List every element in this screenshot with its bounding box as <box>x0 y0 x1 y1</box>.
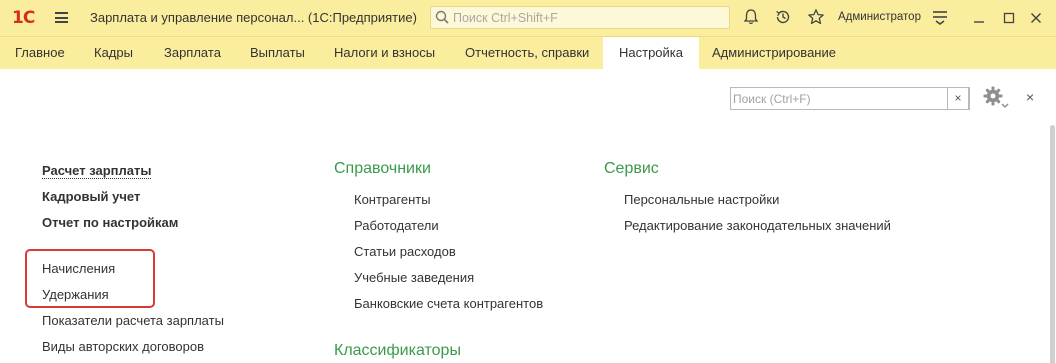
link-counterparties[interactable]: Контрагенты <box>354 192 431 207</box>
title-bar: 1С Зарплата и управление персонал... (1С… <box>0 0 1056 36</box>
minimize-icon[interactable] <box>973 13 985 25</box>
tab-hr[interactable]: Кадры <box>94 37 133 70</box>
group-title-service: Сервис <box>604 160 659 177</box>
settings-panel: × × Расчет зарплаты Кадровый учет Отчет … <box>0 69 1056 363</box>
link-settings-report[interactable]: Отчет по настройкам <box>42 215 178 230</box>
link-payroll[interactable]: Расчет зарплаты <box>42 163 152 179</box>
search-icon <box>435 10 449 24</box>
link-educational-institutions[interactable]: Учебные заведения <box>354 270 474 285</box>
app-logo[interactable]: 1С <box>12 8 35 28</box>
tab-payments[interactable]: Выплаты <box>250 37 305 70</box>
group-title-directories: Справочники <box>334 160 431 177</box>
global-search[interactable] <box>430 6 730 29</box>
section-tabs: Главное Кадры Зарплата Выплаты Налоги и … <box>0 36 1056 70</box>
panel-search-input[interactable] <box>733 90 945 107</box>
link-employers[interactable]: Работодатели <box>354 218 439 233</box>
panel-search[interactable]: × <box>730 87 970 110</box>
maximize-icon[interactable] <box>1003 12 1015 24</box>
current-user[interactable]: Администратор <box>838 11 921 23</box>
main-menu-icon[interactable] <box>55 12 68 23</box>
link-counterparty-bank-accounts[interactable]: Банковские счета контрагентов <box>354 296 543 311</box>
close-panel-button[interactable]: × <box>1026 89 1034 105</box>
highlight-frame <box>25 249 155 308</box>
settings-menu-icon[interactable] <box>932 8 948 26</box>
window-title: Зарплата и управление персонал... (1С:Пр… <box>90 10 417 25</box>
link-author-contract-types[interactable]: Виды авторских договоров <box>42 339 204 354</box>
tab-reports[interactable]: Отчетность, справки <box>465 37 589 70</box>
link-edit-legislative-values[interactable]: Редактирование законодательных значений <box>624 218 891 233</box>
history-icon[interactable] <box>774 8 792 26</box>
link-personal-settings[interactable]: Персональные настройки <box>624 192 779 207</box>
tab-settings[interactable]: Настройка <box>603 37 699 70</box>
tab-administration[interactable]: Администрирование <box>712 37 836 70</box>
bell-icon[interactable] <box>742 8 760 26</box>
tab-main[interactable]: Главное <box>15 37 65 70</box>
clear-search-button[interactable]: × <box>947 87 969 110</box>
link-payroll-indicators[interactable]: Показатели расчета зарплаты <box>42 313 224 328</box>
link-expense-items[interactable]: Статьи расходов <box>354 244 456 259</box>
link-hr-accounting[interactable]: Кадровый учет <box>42 189 140 204</box>
group-title-classifiers: Классификаторы <box>334 342 461 359</box>
favorites-star-icon[interactable] <box>807 8 825 26</box>
tab-taxes[interactable]: Налоги и взносы <box>334 37 435 70</box>
global-search-input[interactable] <box>453 9 723 27</box>
scrollbar[interactable] <box>1050 125 1055 363</box>
tab-salary[interactable]: Зарплата <box>164 37 221 70</box>
gear-icon[interactable] <box>982 85 1010 109</box>
close-window-icon[interactable] <box>1030 12 1042 24</box>
